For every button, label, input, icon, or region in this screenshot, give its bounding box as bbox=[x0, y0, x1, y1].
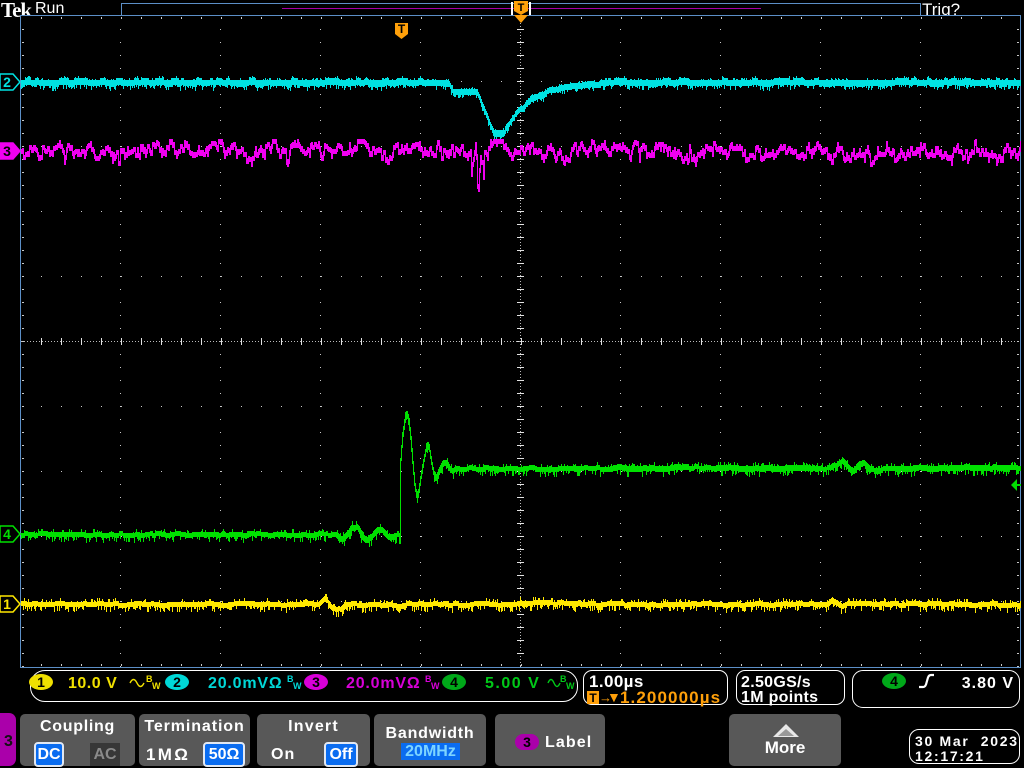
svg-text:4: 4 bbox=[890, 673, 898, 689]
svg-text:10.0 V: 10.0 V bbox=[68, 675, 117, 692]
svg-text:1.200000µs: 1.200000µs bbox=[620, 688, 721, 707]
svg-text:▼: ▼ bbox=[607, 689, 621, 705]
svg-text:20.0mVΩ: 20.0mVΩ bbox=[346, 675, 420, 692]
svg-text:5.00 V: 5.00 V bbox=[485, 675, 540, 692]
svg-text:1M points: 1M points bbox=[741, 689, 818, 706]
svg-text:W: W bbox=[293, 681, 302, 691]
svg-text:20.0mVΩ: 20.0mVΩ bbox=[208, 675, 282, 692]
svg-text:T: T bbox=[589, 691, 597, 705]
svg-text:1: 1 bbox=[37, 674, 45, 690]
svg-text:3: 3 bbox=[312, 674, 320, 690]
svg-text:3.80 V: 3.80 V bbox=[962, 675, 1014, 692]
svg-text:W: W bbox=[566, 681, 575, 691]
svg-text:W: W bbox=[431, 681, 440, 691]
svg-text:4: 4 bbox=[450, 674, 458, 690]
svg-text:W: W bbox=[152, 681, 161, 691]
svg-text:2: 2 bbox=[173, 674, 181, 690]
